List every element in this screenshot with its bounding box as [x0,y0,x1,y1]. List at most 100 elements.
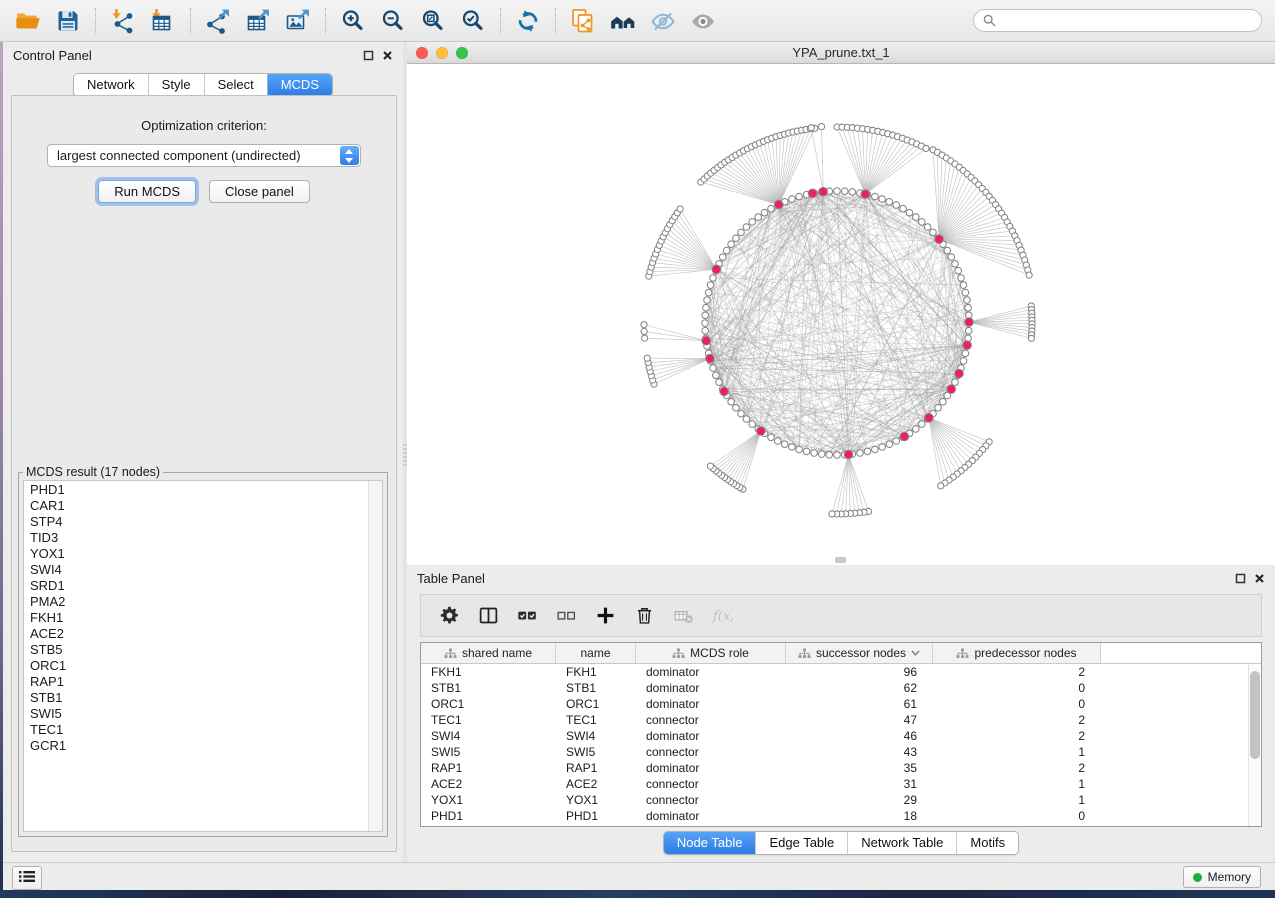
mcds-node-item[interactable]: YOX1 [24,546,368,562]
deselect-all-button[interactable] [548,599,585,633]
table-row[interactable]: FKH1FKH1dominator962 [421,664,1261,680]
memory-button[interactable]: Memory [1183,866,1261,888]
mcds-result-scrollbar[interactable] [368,481,382,831]
float-panel-icon[interactable] [363,50,374,61]
mcds-node-item[interactable]: GCR1 [24,738,368,754]
column-header-mcds-role[interactable]: MCDS role [636,643,786,663]
run-mcds-button[interactable]: Run MCDS [98,180,196,203]
tab-network[interactable]: Network [74,74,148,96]
table-row[interactable]: SWI5SWI5connector431 [421,744,1261,760]
zoom-fit-button[interactable] [413,4,453,38]
tab-select[interactable]: Select [204,74,267,96]
hide-selected-button[interactable] [643,4,683,38]
mcds-result-list[interactable]: PHD1CAR1STP4TID3YOX1SWI4SRD1PMA2FKH1ACE2… [24,482,368,831]
task-history-button[interactable] [12,866,42,890]
table-row[interactable]: YOX1YOX1connector291 [421,792,1261,808]
dominator-node[interactable] [702,336,711,345]
tab-node-table[interactable]: Node Table [664,832,756,854]
dominator-node[interactable] [925,414,934,423]
import-network-button[interactable] [103,4,143,38]
tab-network-table[interactable]: Network Table [847,832,956,854]
mcds-node-item[interactable]: RAP1 [24,674,368,690]
zoom-in-button[interactable] [333,4,373,38]
cell-mcds-role: dominator [636,680,786,696]
mcds-node-item[interactable]: FKH1 [24,610,368,626]
table-row[interactable]: ACE2ACE2connector311 [421,776,1261,792]
svg-text:f(x): f(x) [712,609,733,624]
mcds-node-item[interactable]: STB1 [24,690,368,706]
export-image-button[interactable] [278,4,318,38]
table-scrollbar-thumb[interactable] [1250,671,1260,759]
dominator-node[interactable] [955,369,964,378]
dominator-node[interactable] [712,265,721,274]
import-table-button[interactable] [143,4,183,38]
search-input[interactable] [1002,12,1261,29]
table-row[interactable]: PHD1PHD1dominator180 [421,808,1261,824]
dominator-node[interactable] [947,385,956,394]
zoom-out-button[interactable] [373,4,413,38]
open-session-button[interactable] [8,4,48,38]
select-all-button[interactable] [509,599,546,633]
mcds-node-item[interactable]: STB5 [24,642,368,658]
table-row[interactable]: SWI4SWI4dominator462 [421,728,1261,744]
tab-edge-table[interactable]: Edge Table [755,832,847,854]
table-scrollbar[interactable] [1248,664,1261,826]
export-table-button[interactable] [238,4,278,38]
mcds-node-item[interactable]: SRD1 [24,578,368,594]
tab-mcds[interactable]: MCDS [267,74,332,96]
first-neighbors-button[interactable] [603,4,643,38]
mcds-node-item[interactable]: CAR1 [24,498,368,514]
delete-row-button[interactable] [626,599,663,633]
close-panel-icon[interactable] [382,50,393,61]
horizontal-splitter-grip[interactable] [835,557,846,563]
table-row[interactable]: ORC1ORC1dominator610 [421,696,1261,712]
dominator-node[interactable] [900,432,909,441]
export-network-button[interactable] [198,4,238,38]
dominator-node[interactable] [844,450,853,459]
dominator-node[interactable] [963,341,972,350]
dominator-node[interactable] [774,200,783,209]
zoom-selected-button[interactable] [453,4,493,38]
mcds-result-title: MCDS result (17 nodes) [23,465,163,479]
mcds-node-item[interactable]: SWI4 [24,562,368,578]
mcds-node-item[interactable]: ORC1 [24,658,368,674]
tab-style[interactable]: Style [148,74,204,96]
table-row[interactable]: RAP1RAP1dominator352 [421,760,1261,776]
table-body: FKH1FKH1dominator962STB1STB1dominator620… [421,664,1261,824]
dominator-node[interactable] [757,427,766,436]
column-header-predecessor-nodes[interactable]: predecessor nodes [933,643,1101,663]
save-session-button[interactable] [48,4,88,38]
mcds-node-item[interactable]: PHD1 [24,482,368,498]
add-row-button[interactable] [587,599,624,633]
network-canvas[interactable] [407,64,1275,565]
settings-button[interactable] [431,599,468,633]
search-box[interactable] [973,9,1262,32]
dominator-node[interactable] [720,387,729,396]
column-header-successor-nodes[interactable]: successor nodes [786,643,933,663]
close-table-panel-icon[interactable] [1254,573,1265,584]
mcds-node-item[interactable]: STP4 [24,514,368,530]
dominator-node[interactable] [808,189,817,198]
mcds-node-item[interactable]: ACE2 [24,626,368,642]
show-all-button[interactable] [683,4,723,38]
show-columns-button[interactable] [470,599,507,633]
column-header-name[interactable]: name [556,643,636,663]
mcds-node-item[interactable]: TEC1 [24,722,368,738]
tab-motifs[interactable]: Motifs [956,832,1018,854]
float-table-panel-icon[interactable] [1235,573,1246,584]
mcds-node-item[interactable]: SWI5 [24,706,368,722]
clone-network-button[interactable] [563,4,603,38]
dominator-node[interactable] [861,190,870,199]
mcds-node-item[interactable]: TID3 [24,530,368,546]
refresh-layout-button[interactable] [508,4,548,38]
mcds-node-item[interactable]: PMA2 [24,594,368,610]
dominator-node[interactable] [706,354,715,363]
dominator-node[interactable] [965,318,974,327]
table-row[interactable]: TEC1TEC1connector472 [421,712,1261,728]
dominator-node[interactable] [935,235,944,244]
optimization-criterion-select[interactable]: largest connected component (undirected) [47,144,361,167]
column-header-shared-name[interactable]: shared name [421,643,556,663]
close-panel-button[interactable]: Close panel [209,180,310,203]
table-row[interactable]: STB1STB1dominator620 [421,680,1261,696]
dominator-node[interactable] [819,187,828,196]
